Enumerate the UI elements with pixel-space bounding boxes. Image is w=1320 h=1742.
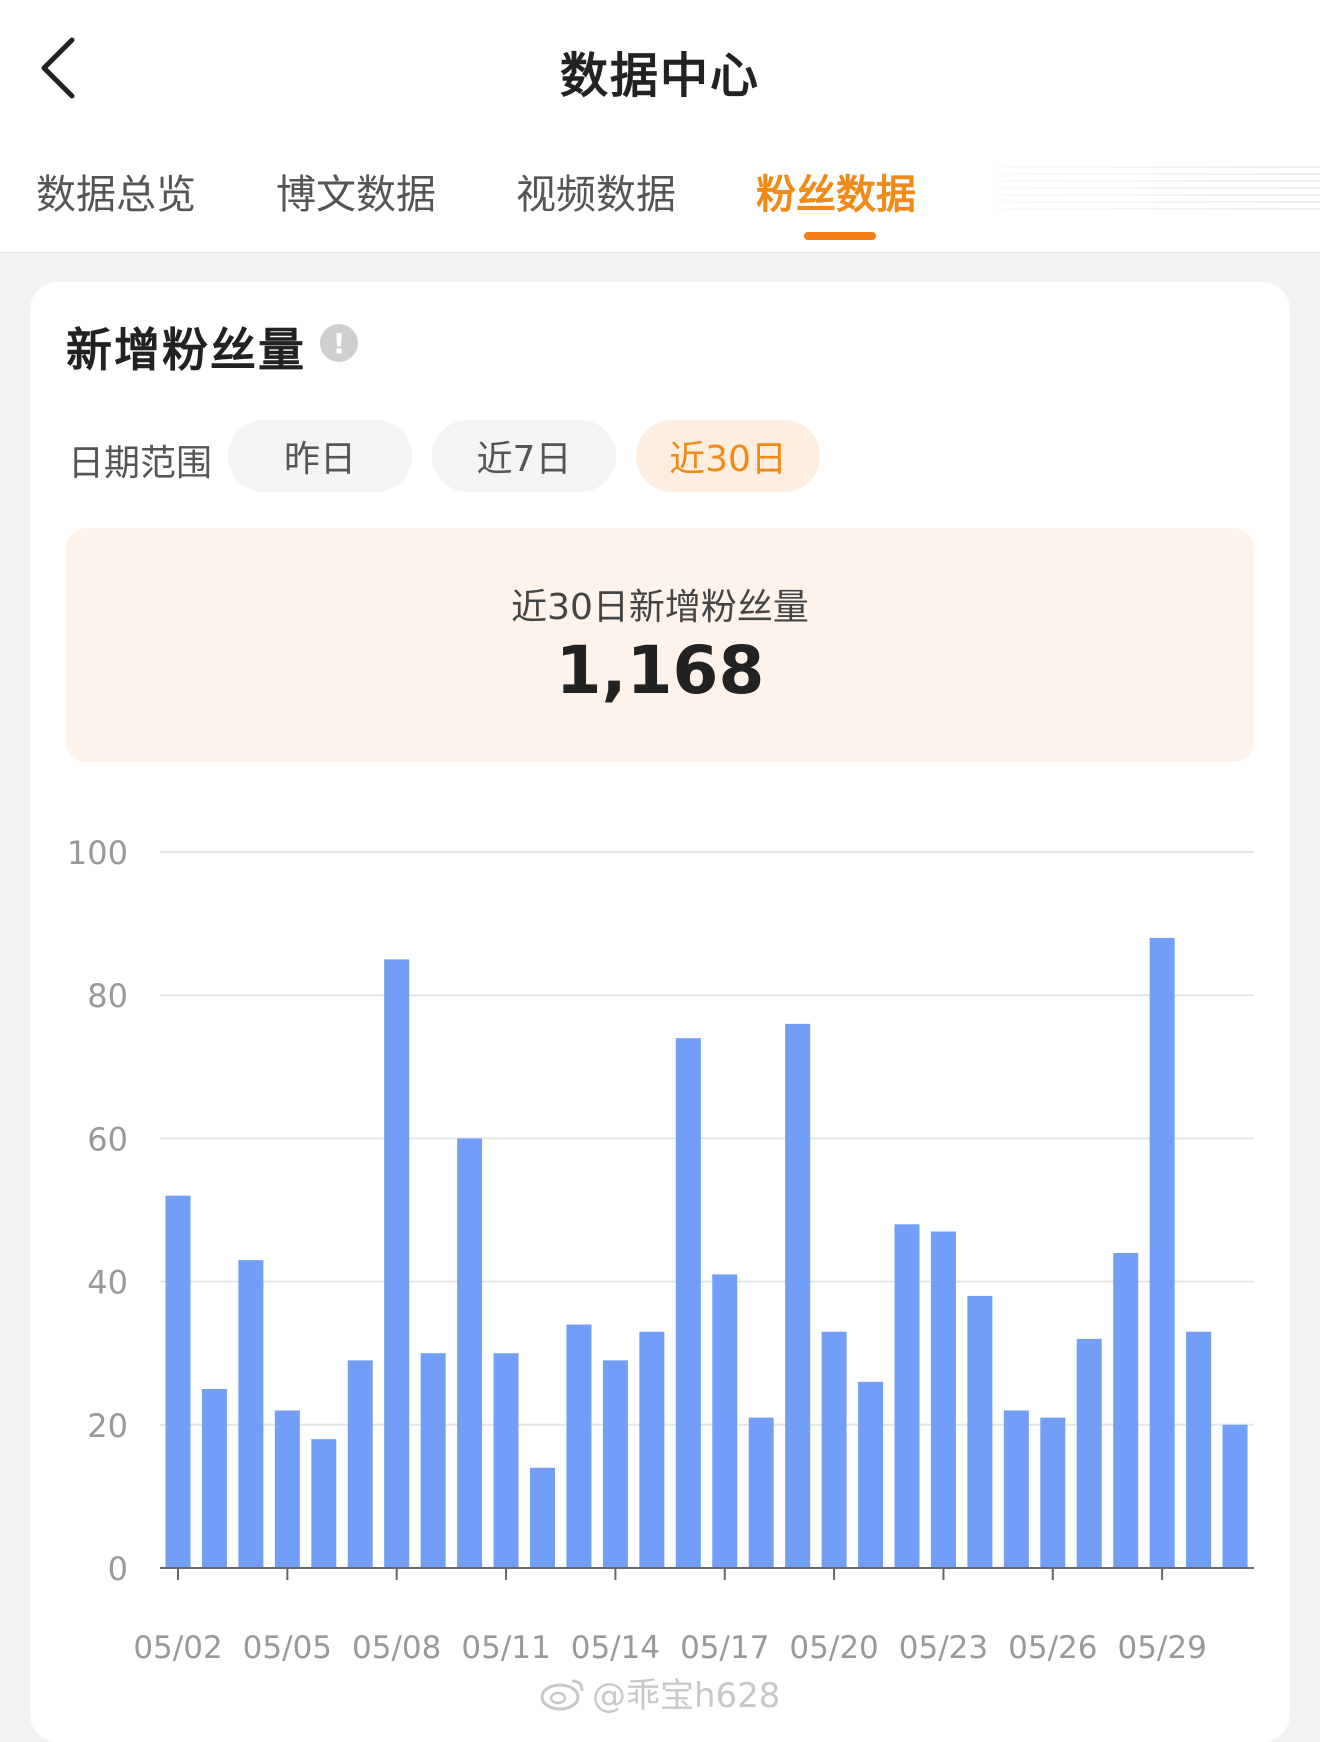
bar-05/05[interactable] (274, 1410, 300, 1568)
y-tick-label: 40 (87, 1264, 128, 1302)
bar-05/06[interactable] (311, 1439, 337, 1568)
bar-05/22[interactable] (894, 1224, 920, 1568)
bar-05/29[interactable] (1149, 937, 1175, 1568)
x-tick-label: 05/17 (680, 1630, 769, 1666)
bar-05/17[interactable] (712, 1274, 738, 1568)
bar-05/19[interactable] (785, 1023, 811, 1568)
bar-05/11[interactable] (493, 1353, 519, 1568)
x-tick-label: 05/02 (133, 1630, 222, 1666)
bar-05/13[interactable] (566, 1324, 592, 1568)
bar-05/21[interactable] (858, 1381, 884, 1568)
watermark: @乖宝h628 (540, 1668, 780, 1717)
x-tick-label: 05/20 (789, 1630, 878, 1666)
bar-05/02[interactable] (165, 1195, 191, 1568)
bar-05/12[interactable] (530, 1467, 555, 1568)
bar-05/03[interactable] (201, 1389, 227, 1568)
y-tick-label: 60 (87, 1120, 128, 1158)
bar-05/18[interactable] (748, 1417, 774, 1568)
y-tick-label: 0 (108, 1550, 128, 1588)
bar-05/31[interactable] (1222, 1424, 1248, 1568)
bar-05/28[interactable] (1113, 1252, 1139, 1568)
bar-05/07[interactable] (347, 1360, 373, 1568)
bar-05/30[interactable] (1186, 1331, 1212, 1568)
bar-05/24[interactable] (967, 1295, 993, 1568)
bar-05/16[interactable] (675, 1038, 701, 1568)
y-tick-label: 20 (87, 1407, 128, 1445)
new-fans-bar-chart: 0 20 40 60 80 100 05/02 05/05 05/08 05/11 05/14 05/… (67, 834, 1254, 1666)
x-tick-label: 05/29 (1117, 1630, 1206, 1666)
bar-05/10[interactable] (457, 1138, 483, 1568)
y-tick-label: 80 (87, 977, 128, 1015)
bar-05/26[interactable] (1040, 1417, 1066, 1568)
watermark-text: @乖宝h628 (592, 1676, 781, 1716)
bar-05/08[interactable] (384, 959, 410, 1568)
x-tick-label: 05/14 (571, 1630, 660, 1666)
bar-05/14[interactable] (602, 1360, 628, 1568)
bar-05/20[interactable] (821, 1331, 847, 1568)
bar-05/27[interactable] (1076, 1338, 1102, 1568)
x-tick-label: 05/05 (243, 1630, 332, 1666)
bar-05/15[interactable] (639, 1331, 665, 1568)
bar-05/25[interactable] (1003, 1410, 1029, 1568)
bar-05/09[interactable] (420, 1353, 446, 1568)
x-tick-label: 05/11 (461, 1630, 550, 1666)
bar-05/04[interactable] (238, 1260, 264, 1568)
x-tick-label: 05/08 (352, 1630, 441, 1666)
weibo-icon (540, 1679, 584, 1710)
bar-05/23[interactable] (930, 1231, 956, 1568)
y-tick-label: 100 (67, 834, 128, 872)
x-tick-label: 05/26 (1008, 1630, 1097, 1666)
x-tick-label: 05/23 (899, 1630, 988, 1666)
